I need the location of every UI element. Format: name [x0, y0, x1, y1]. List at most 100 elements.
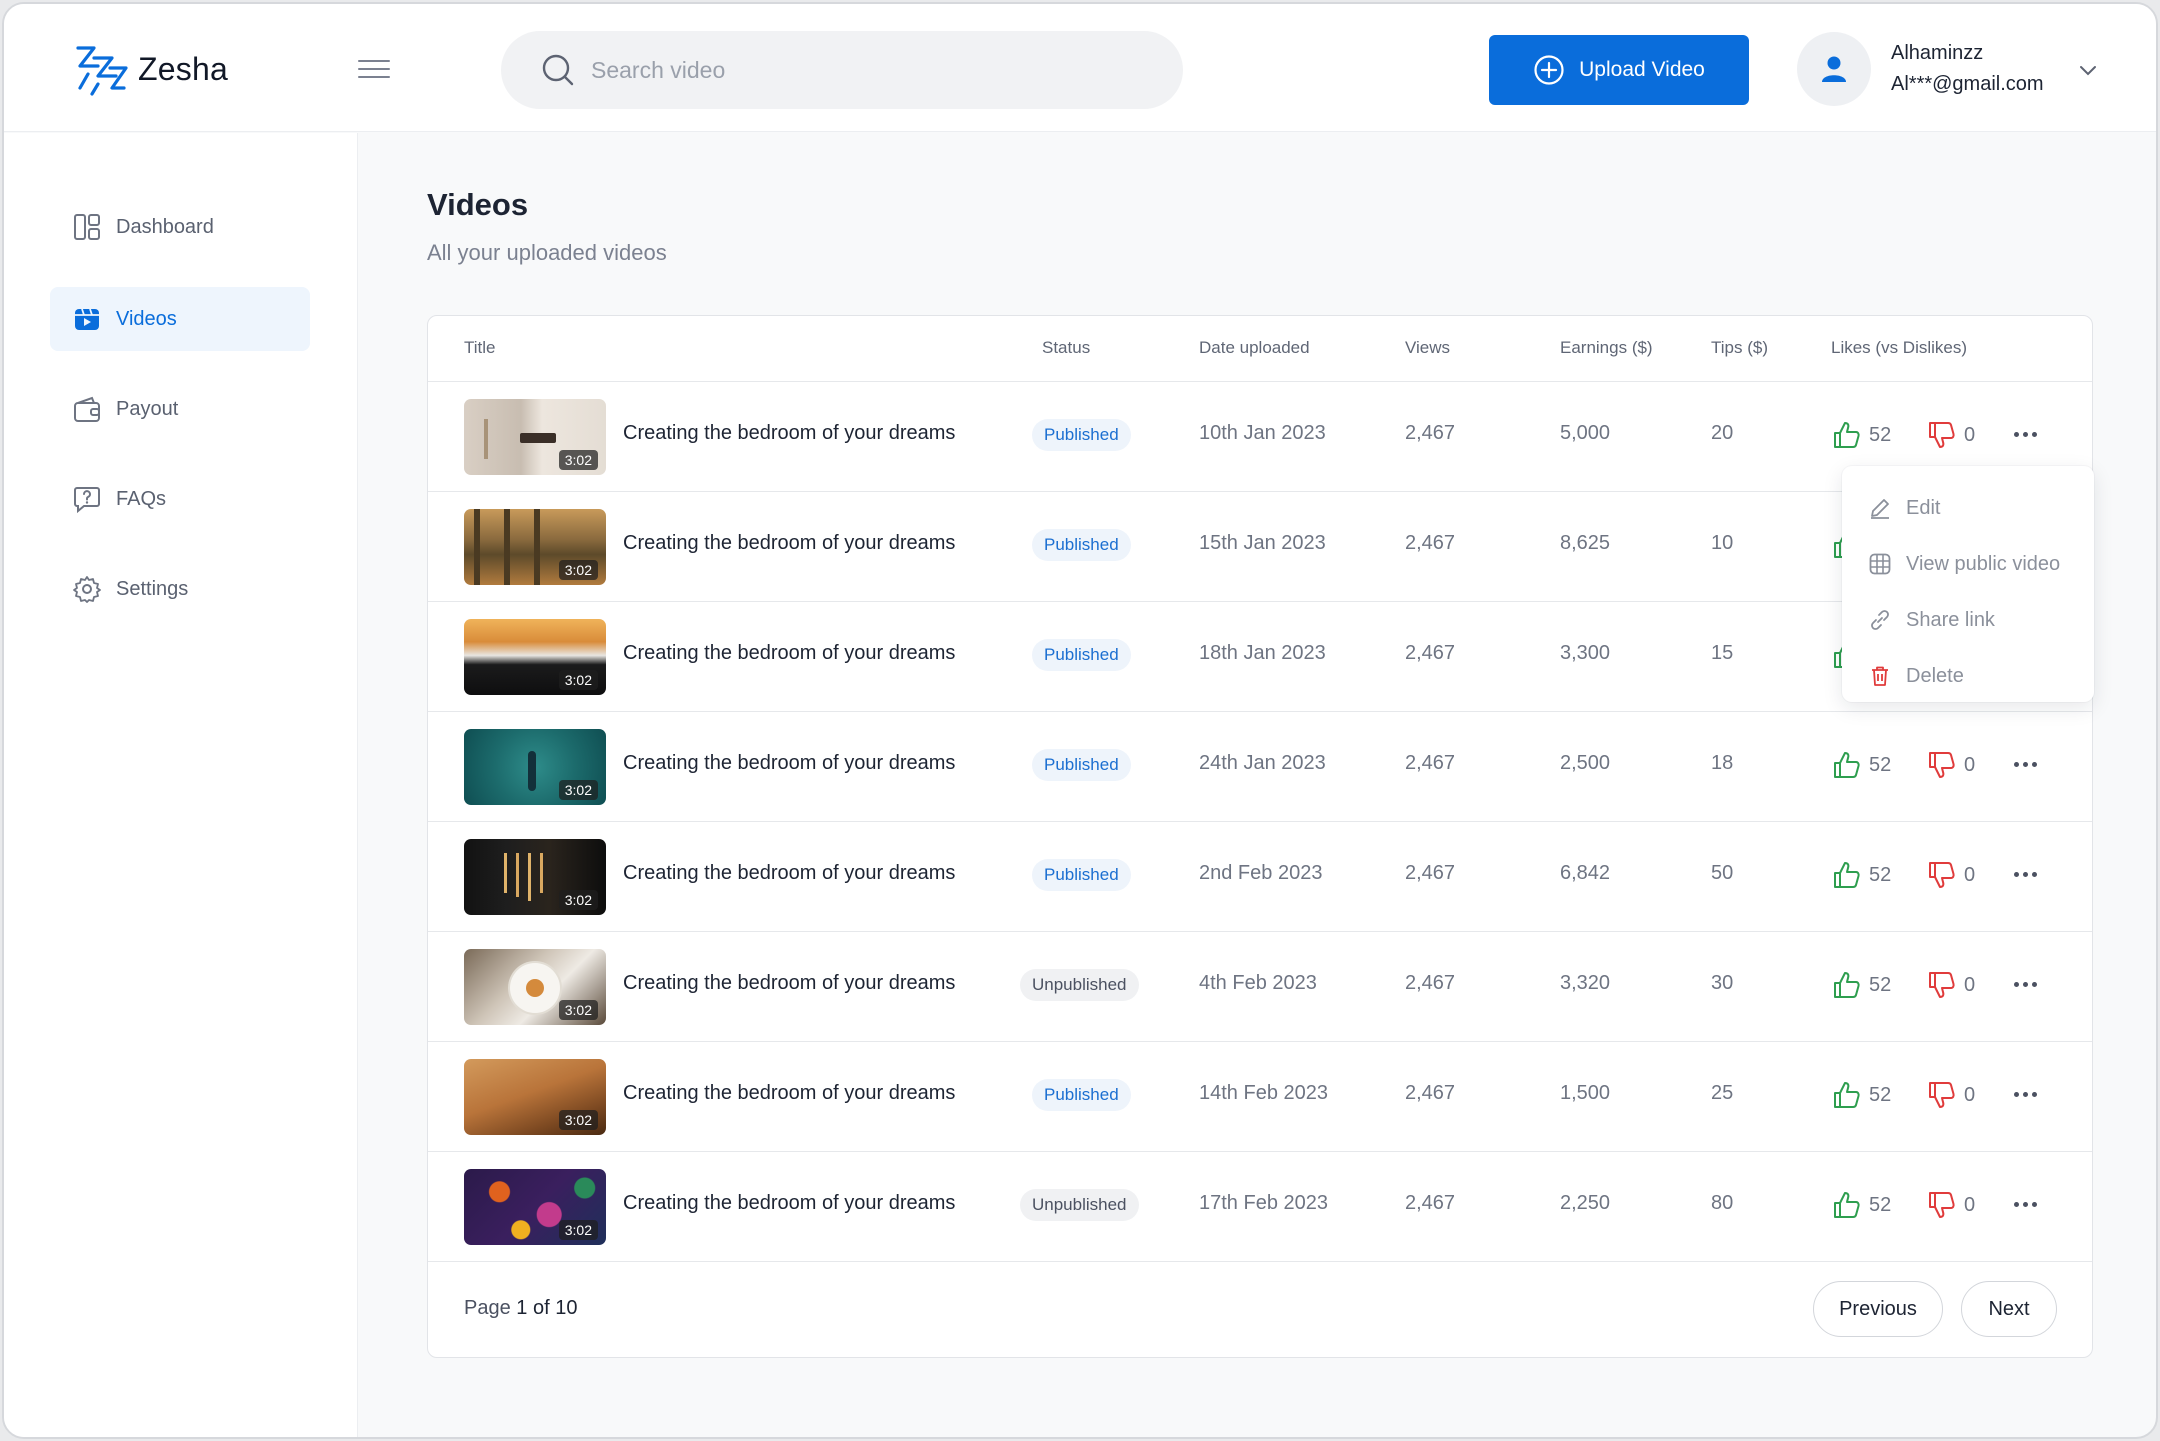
upload-video-button[interactable]: Upload Video [1489, 35, 1749, 105]
earnings-amount: 2,250 [1560, 1192, 1611, 1214]
more-options-button[interactable] [2014, 972, 2046, 996]
video-title[interactable]: Creating the bedroom of your dreams [623, 422, 955, 445]
previous-button[interactable]: Previous [1813, 1281, 1943, 1337]
date-uploaded: 4th Feb 2023 [1199, 972, 1317, 994]
video-title[interactable]: Creating the bedroom of your dreams [623, 1192, 955, 1215]
likes-value: 52 [1869, 753, 1892, 776]
date-uploaded: 10th Jan 2023 [1199, 422, 1326, 444]
column-date[interactable]: Date uploaded [1199, 338, 1310, 358]
date-uploaded: 14th Feb 2023 [1199, 1082, 1328, 1104]
sidebar-item-label: Payout [116, 397, 179, 420]
likes-value: 52 [1869, 423, 1892, 446]
pagination: Page 1 of 10 Previous Next [428, 1259, 2092, 1357]
date-uploaded: 15th Jan 2023 [1199, 532, 1326, 554]
video-thumbnail[interactable]: 3:02 [464, 729, 606, 805]
menu-item-label: Delete [1906, 664, 1964, 687]
sidebar-item-settings[interactable]: Settings [50, 557, 310, 621]
video-title[interactable]: Creating the bedroom of your dreams [623, 642, 955, 665]
more-options-button[interactable] [2014, 1082, 2046, 1106]
video-duration: 3:02 [558, 450, 598, 470]
table-row[interactable]: 3:02 Creating the bedroom of your dreams… [428, 932, 2092, 1042]
brand-logo[interactable]: Zesha [72, 40, 228, 98]
avatar [1797, 32, 1871, 106]
search-bar[interactable] [501, 31, 1183, 109]
status-badge: Published [1032, 749, 1131, 781]
more-options-button[interactable] [2014, 1192, 2046, 1216]
menu-item-delete[interactable]: Delete [1842, 648, 2094, 704]
table-row[interactable]: 3:02 Creating the bedroom of your dreams… [428, 822, 2092, 932]
views-count: 2,467 [1405, 862, 1456, 884]
column-status[interactable]: Status [1042, 338, 1090, 358]
more-options-button[interactable] [2014, 422, 2046, 446]
video-title[interactable]: Creating the bedroom of your dreams [623, 862, 955, 885]
likes-value: 52 [1869, 863, 1892, 886]
table-row[interactable]: 3:02 Creating the bedroom of your dreams… [428, 712, 2092, 822]
status-badge: Published [1032, 529, 1131, 561]
video-thumbnail[interactable]: 3:02 [464, 949, 606, 1025]
views-count: 2,467 [1405, 532, 1456, 554]
sidebar-item-faqs[interactable]: FAQs [50, 467, 310, 531]
date-uploaded: 17th Feb 2023 [1199, 1192, 1328, 1214]
video-thumbnail[interactable]: 3:02 [464, 399, 606, 475]
sidebar-item-label: Videos [116, 307, 177, 330]
status-badge: Published [1032, 859, 1131, 891]
link-icon [1871, 610, 1889, 630]
video-duration: 3:02 [558, 670, 598, 690]
views-count: 2,467 [1405, 642, 1456, 664]
column-views[interactable]: Views [1405, 338, 1450, 358]
gear-icon [73, 576, 101, 603]
earnings-amount: 5,000 [1560, 422, 1611, 444]
page-current: 1 of 10 [516, 1297, 578, 1319]
user-name: Alhaminzz [1891, 42, 1984, 64]
menu-item-label: Edit [1906, 496, 1941, 519]
sidebar-item-payout[interactable]: Payout [50, 377, 310, 441]
sidebar-item-label: FAQs [116, 487, 167, 510]
video-title[interactable]: Creating the bedroom of your dreams [623, 1082, 955, 1105]
thumbs-up-icon [1834, 1082, 1860, 1108]
menu-item-view-public-video[interactable]: View public video [1842, 536, 2094, 592]
plus-circle-icon [1534, 55, 1564, 85]
column-tips[interactable]: Tips ($) [1711, 338, 1768, 358]
column-title[interactable]: Title [464, 338, 496, 358]
tips-amount: 10 [1711, 532, 1734, 554]
table-row[interactable]: 3:02 Creating the bedroom of your dreams… [428, 1152, 2092, 1262]
likes-count: 52 [1831, 970, 1891, 1000]
menu-toggle-button[interactable] [358, 60, 390, 80]
page-title: Videos [427, 187, 529, 222]
user-menu[interactable]: Alhaminzz Al***@gmail.com [1797, 32, 2098, 106]
chevron-down-icon[interactable] [2078, 65, 2098, 77]
video-thumbnail[interactable]: 3:02 [464, 509, 606, 585]
thumbs-up-icon [1834, 862, 1860, 888]
more-options-button[interactable] [2014, 862, 2046, 886]
search-input[interactable] [591, 56, 1151, 84]
video-thumbnail[interactable]: 3:02 [464, 1169, 606, 1245]
video-thumbnail[interactable]: 3:02 [464, 619, 606, 695]
video-thumbnail[interactable]: 3:02 [464, 839, 606, 915]
video-title[interactable]: Creating the bedroom of your dreams [623, 972, 955, 995]
more-options-button[interactable] [2014, 752, 2046, 776]
dislikes-value: 0 [1964, 753, 1976, 776]
video-thumbnail[interactable]: 3:02 [464, 1059, 606, 1135]
menu-item-edit[interactable]: Edit [1842, 480, 2094, 536]
thumbs-down-icon [1929, 1192, 1955, 1218]
earnings-amount: 8,625 [1560, 532, 1611, 554]
help-bubble-icon [74, 487, 100, 514]
menu-item-share-link[interactable]: Share link [1842, 592, 2094, 648]
sidebar-item-dashboard[interactable]: Dashboard [50, 195, 310, 259]
earnings-amount: 3,320 [1560, 972, 1611, 994]
likes-count: 52 [1831, 1080, 1891, 1110]
dashboard-icon [74, 214, 100, 240]
dislikes-value: 0 [1964, 1193, 1976, 1216]
views-count: 2,467 [1405, 752, 1456, 774]
likes-count: 52 [1831, 750, 1891, 780]
video-duration: 3:02 [558, 1220, 598, 1240]
table-row[interactable]: 3:02 Creating the bedroom of your dreams… [428, 1042, 2092, 1152]
dislikes-count: 0 [1926, 1190, 1975, 1220]
sidebar-item-videos[interactable]: Videos [50, 287, 310, 351]
column-earnings[interactable]: Earnings ($) [1560, 338, 1653, 358]
next-button[interactable]: Next [1961, 1281, 2057, 1337]
video-title[interactable]: Creating the bedroom of your dreams [623, 532, 955, 555]
column-likes[interactable]: Likes (vs Dislikes) [1831, 338, 1967, 358]
video-title[interactable]: Creating the bedroom of your dreams [623, 752, 955, 775]
video-duration: 3:02 [558, 1110, 598, 1130]
